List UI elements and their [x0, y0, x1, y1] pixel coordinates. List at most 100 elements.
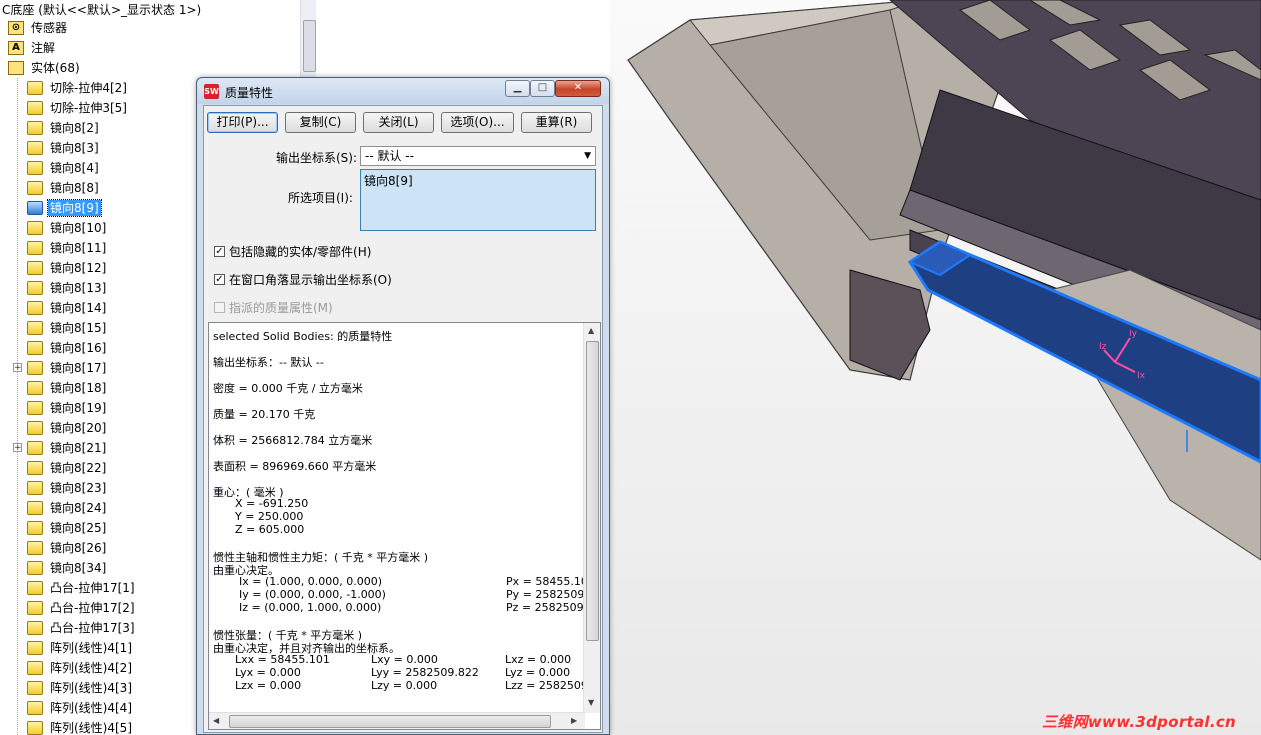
tree-item-body[interactable]: 凸台-拉伸17[1] [27, 578, 137, 598]
tree-item-body[interactable]: 镜向8[4] [27, 158, 101, 178]
solid-body-icon [27, 561, 43, 575]
tree-item-label: 镜向8[10] [50, 221, 107, 235]
selected-item[interactable]: 镜向8[9] [364, 172, 592, 189]
options-button[interactable]: 选项(O)... [441, 112, 514, 133]
tree-item-body[interactable]: 镜向8[21] [27, 438, 108, 458]
maximize-button[interactable]: □ [530, 80, 555, 97]
report-iy: Iy = (0.000, 0.000, -1.000) [239, 588, 386, 601]
solid-body-icon [27, 681, 43, 695]
tree-item-label: 镜向8[22] [50, 461, 107, 475]
mass-properties-dialog: SW 质量特性 ▁ □ ✕ 打印(P)... 复制(C) 关闭(L) 选项(O)… [196, 77, 610, 735]
tree-item-body[interactable]: 镜向8[11] [27, 238, 108, 258]
report-lxy: Lxy = 0.000 [371, 653, 438, 666]
solid-body-icon [27, 161, 43, 175]
tree-item-label: 镜向8[20] [50, 421, 107, 435]
tree-item-label: 镜向8[16] [50, 341, 107, 355]
tree-item-body[interactable]: 镜向8[12] [27, 258, 108, 278]
checkbox-checked-icon: ✓ [214, 274, 225, 285]
dialog-titlebar[interactable]: SW 质量特性 ▁ □ ✕ [197, 78, 609, 104]
report-horizontal-scrollbar[interactable]: ◀ ▶ [209, 712, 585, 729]
tree-item-body[interactable]: 镜向8[16] [27, 338, 108, 358]
scroll-left-icon[interactable]: ◀ [213, 716, 219, 725]
tree-item-body[interactable]: 镜向8[18] [27, 378, 108, 398]
chevron-down-icon: ▼ [584, 151, 591, 161]
tree-item-body[interactable]: 阵列(线性)4[1] [27, 638, 134, 658]
tree-item-body[interactable]: 阵列(线性)4[3] [27, 678, 134, 698]
tree-item-body[interactable]: 阵列(线性)4[2] [27, 658, 134, 678]
report-hscroll-thumb[interactable] [229, 715, 551, 728]
tree-item-body[interactable]: 镜向8[3] [27, 138, 101, 158]
tree-scrollbar-thumb[interactable] [303, 20, 316, 72]
solid-body-icon [27, 261, 43, 275]
tree-item-label: 阵列(线性)4[1] [50, 641, 132, 655]
tree-item-body[interactable]: 阵列(线性)4[4] [27, 698, 134, 718]
include-hidden-checkbox[interactable]: ✓ 包括隐藏的实体/零部件(H) [214, 243, 371, 260]
scroll-up-icon[interactable]: ▲ [588, 326, 594, 335]
tree-item-body[interactable]: 镜向8[9] [27, 198, 102, 218]
report-density: 密度 = 0.000 千克 / 立方毫米 [213, 382, 363, 395]
selected-items-list[interactable]: 镜向8[9] [360, 169, 596, 231]
checkbox-label: 在窗口角落显示输出坐标系(O) [229, 273, 392, 287]
close-button[interactable]: 关闭(L) [363, 112, 434, 133]
solid-body-icon [27, 661, 43, 675]
report-vscroll-thumb[interactable] [586, 341, 599, 641]
solid-body-icon [27, 721, 43, 735]
tree-item-body[interactable]: 镜向8[34] [27, 558, 108, 578]
tree-item-body[interactable]: 凸台-拉伸17[3] [27, 618, 137, 638]
minimize-button[interactable]: ▁ [505, 80, 530, 97]
tree-item-body[interactable]: 镜向8[19] [27, 398, 108, 418]
tree-item-sensors[interactable]: ⊙ 传感器 [8, 18, 69, 38]
tree-item-label: 阵列(线性)4[5] [50, 721, 132, 735]
solid-body-icon [27, 281, 43, 295]
tree-item-body[interactable]: 镜向8[24] [27, 498, 108, 518]
report-vertical-scrollbar[interactable]: ▲ ▼ [583, 323, 600, 713]
dialog-title: 质量特性 [225, 86, 274, 100]
solid-body-icon [27, 361, 43, 375]
scroll-down-icon[interactable]: ▼ [588, 698, 594, 707]
scroll-right-icon[interactable]: ▶ [571, 716, 577, 725]
output-coord-select[interactable]: -- 默认 -- ▼ [360, 146, 596, 166]
report-lzx: Lzx = 0.000 [235, 679, 302, 692]
tree-root[interactable]: C底座 (默认<<默认>_显示状态 1>) [0, 0, 203, 20]
tree-item-body[interactable]: 镜向8[23] [27, 478, 108, 498]
tree-item-label: 凸台-拉伸17[2] [50, 601, 135, 615]
recalculate-button[interactable]: 重算(R) [521, 112, 592, 133]
report-py: Py = 2582509.8 [506, 588, 595, 601]
report-ix: Ix = (1.000, 0.000, 0.000) [239, 575, 383, 588]
tree-item-body[interactable]: 凸台-拉伸17[2] [27, 598, 137, 618]
solid-body-icon [27, 401, 43, 415]
tree-item-body[interactable]: 切除-拉伸4[2] [27, 78, 129, 98]
tree-item-body[interactable]: 镜向8[22] [27, 458, 108, 478]
tree-item-body[interactable]: 镜向8[13] [27, 278, 108, 298]
report-heading: selected Solid Bodies: 的质量特性 [213, 330, 393, 343]
expand-plus-icon[interactable]: + [13, 443, 22, 453]
solid-body-icon [27, 121, 43, 135]
tree-item-body[interactable]: 镜向8[15] [27, 318, 108, 338]
tree-item-body[interactable]: 镜向8[8] [27, 178, 101, 198]
tree-item-body[interactable]: 镜向8[17] [27, 358, 108, 378]
copy-button[interactable]: 复制(C) [285, 112, 356, 133]
tree-scrollbar[interactable] [300, 0, 316, 80]
tree-item-label: 阵列(线性)4[3] [50, 681, 132, 695]
expand-plus-icon[interactable]: + [13, 363, 22, 373]
tree-item-body[interactable]: 镜向8[26] [27, 538, 108, 558]
tree-item-body[interactable]: 阵列(线性)4[5] [27, 718, 134, 735]
tree-item-solid-bodies[interactable]: 实体(68) [8, 58, 82, 78]
tree-item-body[interactable]: 镜向8[2] [27, 118, 101, 138]
tree-item-body[interactable]: 切除-拉伸3[5] [27, 98, 129, 118]
tree-item-annotations[interactable]: A 注解 [8, 38, 57, 58]
print-button[interactable]: 打印(P)... [207, 112, 278, 133]
mass-properties-report[interactable]: selected Solid Bodies: 的质量特性 输出坐标系：-- 默认… [208, 322, 601, 730]
tree-item-label: 镜向8[23] [50, 481, 107, 495]
report-lxz: Lxz = 0.000 [505, 653, 572, 666]
graphics-viewport[interactable]: Iy Ix Iz [610, 0, 1261, 735]
tree-item-body[interactable]: 镜向8[10] [27, 218, 108, 238]
close-window-button[interactable]: ✕ [555, 80, 601, 97]
solid-body-icon [27, 221, 43, 235]
tree-item-body[interactable]: 镜向8[20] [27, 418, 108, 438]
tree-item-body[interactable]: 镜向8[25] [27, 518, 108, 538]
show-coord-corner-checkbox[interactable]: ✓ 在窗口角落显示输出坐标系(O) [214, 271, 392, 288]
tree-item-body[interactable]: 镜向8[14] [27, 298, 108, 318]
solid-body-icon [27, 521, 43, 535]
solid-body-icon [27, 101, 43, 115]
